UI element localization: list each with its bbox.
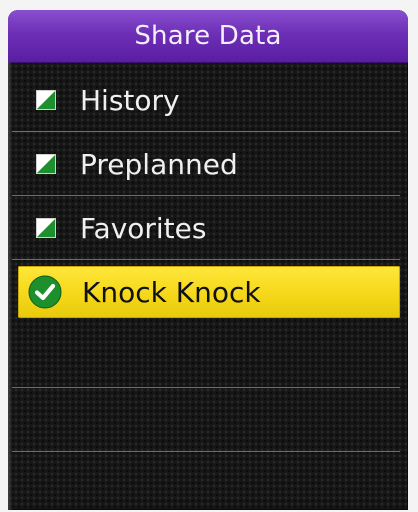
title-bar: Share Data xyxy=(8,10,408,63)
checkbox-checked-icon[interactable] xyxy=(36,154,56,174)
list-item-label: Preplanned xyxy=(80,147,238,181)
list-item-knock-knock[interactable]: Knock Knock xyxy=(18,266,400,318)
share-data-screen: Share Data History Preplanned Favorites … xyxy=(8,10,408,510)
checkbox-checked-icon[interactable] xyxy=(36,218,56,238)
check-circle-icon[interactable] xyxy=(28,275,62,309)
list-item-empty xyxy=(8,324,408,388)
list-item-empty xyxy=(8,388,408,452)
list-item-label: Favorites xyxy=(80,211,207,245)
list-item-label: History xyxy=(80,83,180,117)
list-item-history[interactable]: History xyxy=(8,68,408,132)
device-frame: Share Data History Preplanned Favorites … xyxy=(0,0,418,512)
list-item-label: Knock Knock xyxy=(82,275,261,309)
list-item-empty xyxy=(8,452,408,510)
checkbox-checked-icon[interactable] xyxy=(36,90,56,110)
list-item-preplanned[interactable]: Preplanned xyxy=(8,132,408,196)
list-item-favorites[interactable]: Favorites xyxy=(8,196,408,260)
page-title: Share Data xyxy=(134,21,282,51)
